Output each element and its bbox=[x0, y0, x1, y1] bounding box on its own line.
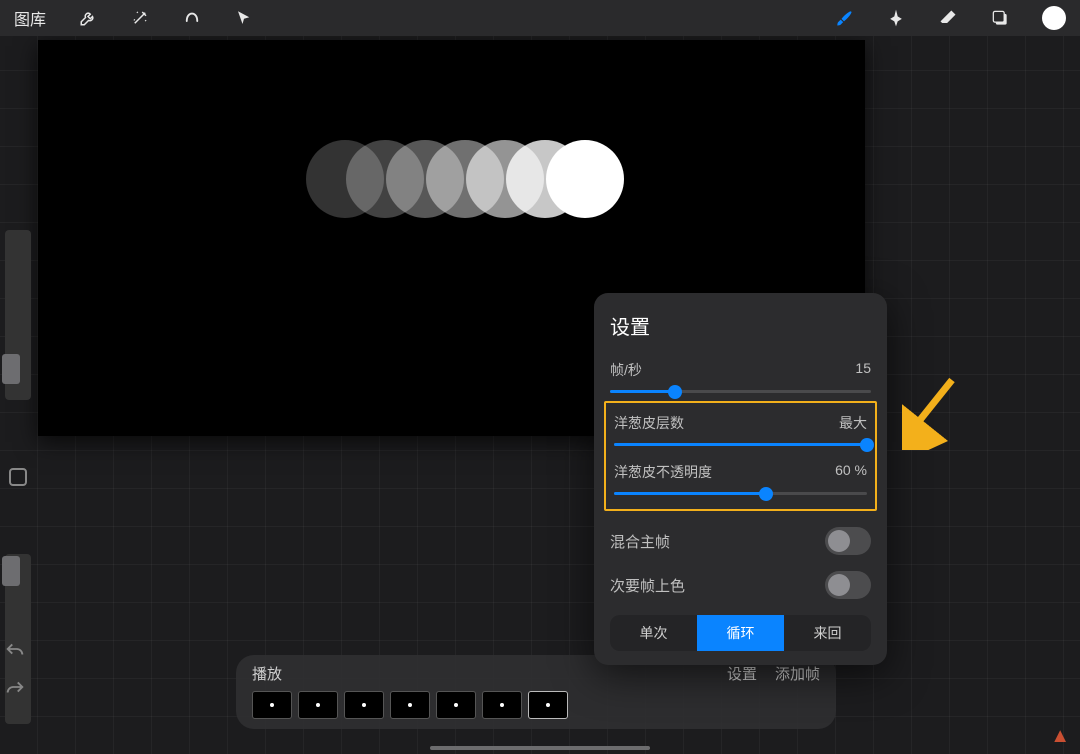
fps-label: 帧/秒 bbox=[610, 360, 642, 380]
timeline-frame[interactable] bbox=[390, 691, 430, 719]
undo-icon[interactable] bbox=[4, 640, 26, 658]
timeline-frame[interactable] bbox=[298, 691, 338, 719]
fps-row: 帧/秒 15 bbox=[610, 360, 871, 393]
redo-icon[interactable] bbox=[4, 678, 26, 696]
selection-icon[interactable] bbox=[182, 8, 202, 28]
onion-layers-slider[interactable] bbox=[614, 443, 867, 446]
fps-value: 15 bbox=[855, 360, 871, 380]
smudge-icon[interactable] bbox=[886, 8, 906, 28]
layers-icon[interactable] bbox=[990, 8, 1010, 28]
eraser-icon[interactable] bbox=[938, 8, 958, 28]
timeline-settings-button[interactable]: 设置 bbox=[727, 663, 757, 684]
loop-mode-segmented: 单次 循环 来回 bbox=[610, 615, 871, 651]
wand-icon[interactable] bbox=[130, 8, 150, 28]
animation-settings-popover: 设置 帧/秒 15 洋葱皮层数 最大 洋葱皮不透明度 60 % bbox=[594, 293, 887, 665]
color-secondary-label: 次要帧上色 bbox=[610, 575, 685, 596]
fps-slider[interactable] bbox=[610, 390, 871, 393]
popover-title: 设置 bbox=[610, 311, 871, 340]
play-button[interactable]: 播放 bbox=[252, 663, 282, 684]
onion-opacity-value: 60 % bbox=[835, 462, 867, 482]
wrench-icon[interactable] bbox=[78, 8, 98, 28]
onion-opacity-label: 洋葱皮不透明度 bbox=[614, 462, 712, 482]
watermark-icon: ▲ bbox=[1050, 725, 1070, 748]
onion-opacity-slider[interactable] bbox=[614, 492, 867, 495]
onion-layers-value: 最大 bbox=[839, 413, 867, 433]
timeline-frame[interactable] bbox=[252, 691, 292, 719]
frame-strip bbox=[252, 691, 820, 719]
brush-size-slider[interactable] bbox=[5, 230, 31, 400]
modifier-button[interactable] bbox=[9, 468, 27, 486]
color-swatch[interactable] bbox=[1042, 6, 1066, 30]
seg-pingpong[interactable]: 来回 bbox=[784, 615, 871, 651]
color-secondary-toggle[interactable] bbox=[825, 571, 871, 599]
timeline-frame[interactable] bbox=[482, 691, 522, 719]
animation-timeline: 播放 设置 添加帧 bbox=[236, 655, 836, 729]
timeline-frame[interactable] bbox=[436, 691, 476, 719]
onion-layers-label: 洋葱皮层数 bbox=[614, 413, 684, 433]
seg-once[interactable]: 单次 bbox=[610, 615, 697, 651]
cursor-icon[interactable] bbox=[234, 8, 254, 28]
seg-loop[interactable]: 循环 bbox=[697, 615, 784, 651]
home-indicator bbox=[430, 746, 650, 750]
blend-primary-label: 混合主帧 bbox=[610, 531, 670, 552]
top-toolbar: 图库 bbox=[0, 0, 1080, 36]
gallery-button[interactable]: 图库 bbox=[14, 6, 46, 30]
brush-icon[interactable] bbox=[834, 8, 854, 28]
arrow-annotation bbox=[902, 370, 962, 455]
add-frame-button[interactable]: 添加帧 bbox=[775, 663, 820, 684]
timeline-frame[interactable] bbox=[528, 691, 568, 719]
timeline-frame[interactable] bbox=[344, 691, 384, 719]
blend-primary-toggle[interactable] bbox=[825, 527, 871, 555]
highlight-annotation: 洋葱皮层数 最大 洋葱皮不透明度 60 % bbox=[604, 401, 877, 511]
onion-opacity-row: 洋葱皮不透明度 60 % bbox=[614, 462, 867, 495]
onion-layers-row: 洋葱皮层数 最大 bbox=[614, 413, 867, 446]
